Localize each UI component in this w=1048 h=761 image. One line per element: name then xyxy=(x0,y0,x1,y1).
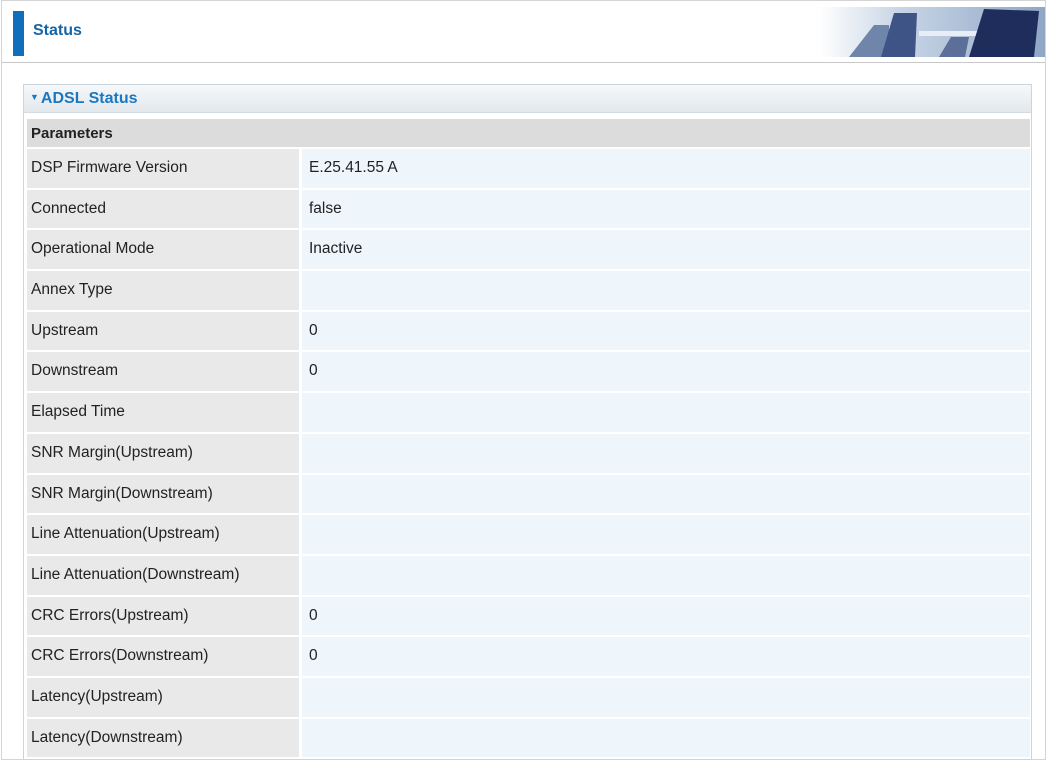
table-row: Annex Type xyxy=(27,271,1030,310)
parameter-label: DSP Firmware Version xyxy=(27,149,299,188)
parameter-value: E.25.41.55 A xyxy=(302,149,1030,188)
parameter-label: Upstream xyxy=(27,311,299,351)
table-row: CRC Errors(Downstream) 0 xyxy=(27,637,1030,676)
parameter-value xyxy=(302,271,1030,310)
table-row: Upstream 0 xyxy=(27,311,1030,351)
panel-title-label: ADSL Status xyxy=(40,90,138,107)
parameter-label: CRC Errors(Downstream) xyxy=(27,637,299,676)
parameters-table: DSP Firmware Version E.25.41.55 A Connecte… xyxy=(27,149,1030,759)
parameter-value: Inactive xyxy=(302,230,1030,270)
table-row: Connected false xyxy=(27,189,1030,229)
parameter-value xyxy=(302,474,1030,514)
parameter-value xyxy=(302,555,1030,595)
table-row: Latency(Downstream) xyxy=(27,718,1030,758)
parameter-label: Downstream xyxy=(27,352,299,392)
parameter-label: Latency(Downstream) xyxy=(27,718,299,758)
page-frame: Status ▼ ADSL Status Parameters DSP Firm… xyxy=(1,0,1046,760)
table-row: Latency(Upstream) xyxy=(27,677,1030,717)
table-row: Elapsed Time xyxy=(27,393,1030,432)
table-row: Operational Mode Inactive xyxy=(27,230,1030,270)
parameter-label: Operational Mode xyxy=(27,230,299,270)
parameter-label: SNR Margin(Upstream) xyxy=(27,433,299,473)
table-row: Line Attenuation(Upstream) xyxy=(27,515,1030,554)
page-header: Status xyxy=(2,1,1045,63)
parameter-value xyxy=(302,677,1030,717)
parameter-value: 0 xyxy=(302,596,1030,636)
page-title: Status xyxy=(33,22,82,39)
header-accent-bar xyxy=(13,11,24,56)
parameter-label: Annex Type xyxy=(27,271,299,310)
parameter-label: SNR Margin(Downstream) xyxy=(27,474,299,514)
parameter-value xyxy=(302,515,1030,554)
table-row: Downstream 0 xyxy=(27,352,1030,392)
table-row: DSP Firmware Version E.25.41.55 A xyxy=(27,149,1030,188)
panel-title[interactable]: ▼ ADSL Status xyxy=(30,90,138,108)
table-row: CRC Errors(Upstream) 0 xyxy=(27,596,1030,636)
panel-header[interactable]: ▼ ADSL Status xyxy=(24,85,1031,113)
parameters-header: Parameters xyxy=(27,119,1030,147)
parameter-label: Elapsed Time xyxy=(27,393,299,432)
parameter-value xyxy=(302,718,1030,758)
parameter-value: false xyxy=(302,189,1030,229)
office-chairs-banner-icon xyxy=(819,7,1045,57)
parameter-label: Line Attenuation(Upstream) xyxy=(27,515,299,554)
parameter-value xyxy=(302,393,1030,432)
parameter-value: 0 xyxy=(302,311,1030,351)
table-row: SNR Margin(Downstream) xyxy=(27,474,1030,514)
table-row: Line Attenuation(Downstream) xyxy=(27,555,1030,595)
parameter-label: CRC Errors(Upstream) xyxy=(27,596,299,636)
parameters-label: Parameters xyxy=(31,125,113,142)
parameter-label: Latency(Upstream) xyxy=(27,677,299,717)
parameter-value xyxy=(302,433,1030,473)
adsl-status-panel: ▼ ADSL Status Parameters DSP Firmware Ver… xyxy=(23,84,1032,760)
triangle-down-icon: ▼ xyxy=(30,92,39,102)
table-row: SNR Margin(Upstream) xyxy=(27,433,1030,473)
parameter-label: Connected xyxy=(27,189,299,229)
parameter-label: Line Attenuation(Downstream) xyxy=(27,555,299,595)
parameter-value: 0 xyxy=(302,352,1030,392)
parameter-value: 0 xyxy=(302,637,1030,676)
